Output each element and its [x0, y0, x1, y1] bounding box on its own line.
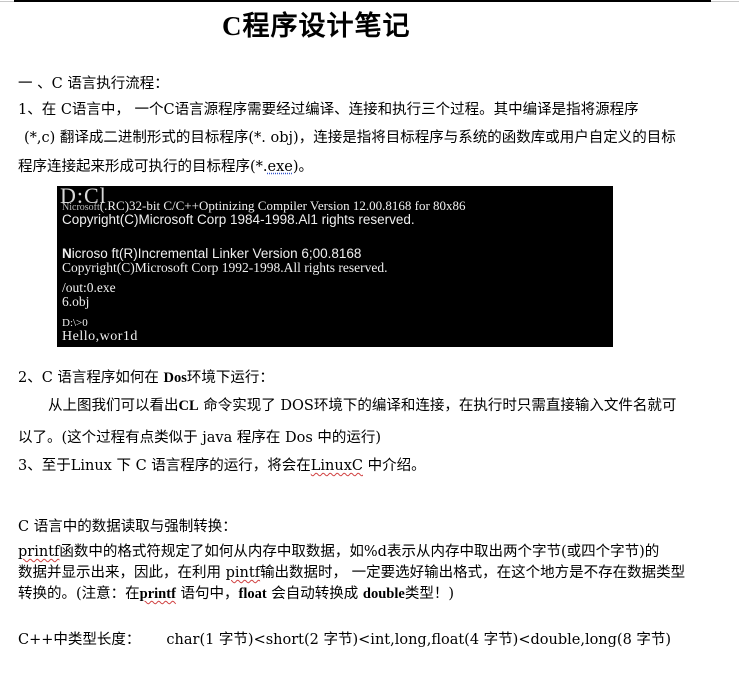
- terminal-line-8: Hello,wor1d: [62, 329, 138, 344]
- double-bold: double: [362, 586, 405, 602]
- section4-para-line1-rest: 函数中的格式符规定了如何从内存中取数据，如%d表示从内存中取出两个字节(或四个字…: [59, 544, 660, 560]
- section2-heading: 2、C 语言程序如何在 Dos环境下运行：: [18, 368, 274, 388]
- section3-text-b: 中介绍。: [363, 458, 426, 474]
- linuxc-link: LinuxC: [310, 458, 363, 474]
- terminal-line-2: Copyright(C)Microsoft Corp 1984-1998.Al1…: [62, 212, 415, 227]
- terminal-line-4: Copyright(C)Microsoft Corp 1992-1998.All…: [62, 260, 388, 275]
- section3-text: 3、至于Linux 下 C 语言程序的运行，将会在LinuxC 中介绍。: [18, 456, 426, 476]
- terminal-screenshot: D:Cl Nicrosoft(.RC)32-bit C/C++Optinizin…: [57, 186, 613, 347]
- section2-heading-dos: Dos: [163, 370, 187, 386]
- terminal-line-3: Nicroso ft(R)Incremental Linker Version …: [62, 246, 361, 261]
- section4-para-line3-a: 转换的。(注意：在: [18, 586, 140, 602]
- printf-word: printf: [18, 544, 60, 560]
- section2-para-a: 从上图我们可以看出: [48, 398, 179, 414]
- section4-para-line2: 数据并显示出来，因此，在利用 pintf输出数据时， 一定要选好输出格式，在这个…: [18, 563, 685, 583]
- top-rule-left: [0, 1, 14, 2]
- pintf-word: pintf: [225, 565, 261, 581]
- section2-para-line1: 从上图我们可以看出CL 命令实现了 DOS环境下的编译和连接，在执行时只需直接输…: [48, 396, 676, 416]
- terminal-line3-initial: N: [62, 246, 72, 261]
- section2-para-cl: CL: [178, 398, 199, 414]
- section4-para-line2-a: 数据并显示出来，因此，在利用: [18, 565, 226, 581]
- section2-heading-a: 2、C 语言程序如何在: [18, 370, 164, 386]
- type-length-value: char(1 字节)<short(2 字节)<int,long,float(4 …: [166, 632, 672, 648]
- section2-heading-b: 环境下运行：: [186, 370, 274, 386]
- section2-para-line2: 以了。(这个过程有点类似于 java 程序在 Dos 中的运行): [18, 430, 382, 446]
- printf-bold: printf: [139, 586, 176, 602]
- top-rule-right: [711, 1, 739, 2]
- document-title: C程序设计笔记: [222, 11, 411, 41]
- section3-text-a: 3、至于Linux 下 C 语言程序的运行，将会在: [18, 458, 311, 474]
- section1-item1-line2: (*,c) 翻译成二进制形式的目标程序(*. obj)，连接是指将目标程序与系统…: [24, 130, 676, 146]
- terminal-line1-rest: (.RC)32-bit C/C++Optinizing Compiler Ver…: [99, 198, 466, 213]
- section4-para-line3: 转换的。(注意：在printf 语句中，float 会自动转换成 double类…: [18, 584, 454, 604]
- section2-para-b: 命令实现了 DOS环境下的编译和连接，在执行时只需直接输入文件名就可: [198, 398, 677, 414]
- terminal-line-6: 6.obj: [62, 294, 90, 309]
- section5-line: C++中类型长度： char(1 字节)<short(2 字节)<int,long…: [18, 630, 671, 650]
- section4-para-line1: printf函数中的格式符规定了如何从内存中取数据，如%d表示从内存中取出两个字…: [18, 542, 659, 562]
- terminal-line-7: D:\>0: [62, 317, 88, 329]
- type-length-label: C++中类型长度：: [18, 632, 141, 648]
- section4-para-line3-c: 会自动转换成: [266, 586, 363, 602]
- section1-item1-line1: 1、在 C语言中， 一个C语言源程序需要经过编译、连接和执行三个过程。其中编译是…: [18, 102, 639, 118]
- line3-text-a: 程序连接起来形成可执行的目标程序(*.: [18, 159, 268, 175]
- section4-para-line3-b: 语句中，: [175, 586, 239, 602]
- line3-text-b: )。: [292, 159, 314, 175]
- exe-extension: exe: [267, 159, 293, 175]
- page-top-rule: [14, 0, 711, 2]
- terminal-line3-rest: icroso ft(R)Incremental Linker Version 6…: [71, 246, 362, 261]
- float-bold: float: [238, 586, 267, 602]
- section4-para-line2-b: 输出数据时， 一定要选好输出格式，在这个地方是不存在数据类型: [260, 565, 686, 581]
- section4-heading: C 语言中的数据读取与强制转换：: [18, 519, 237, 535]
- section1-heading: 一 、C 语言执行流程：: [18, 76, 169, 92]
- section4-para-line3-d: 类型！): [404, 586, 455, 602]
- section1-item1-line3: 程序连接起来形成可执行的目标程序(*.exe)。: [18, 157, 313, 177]
